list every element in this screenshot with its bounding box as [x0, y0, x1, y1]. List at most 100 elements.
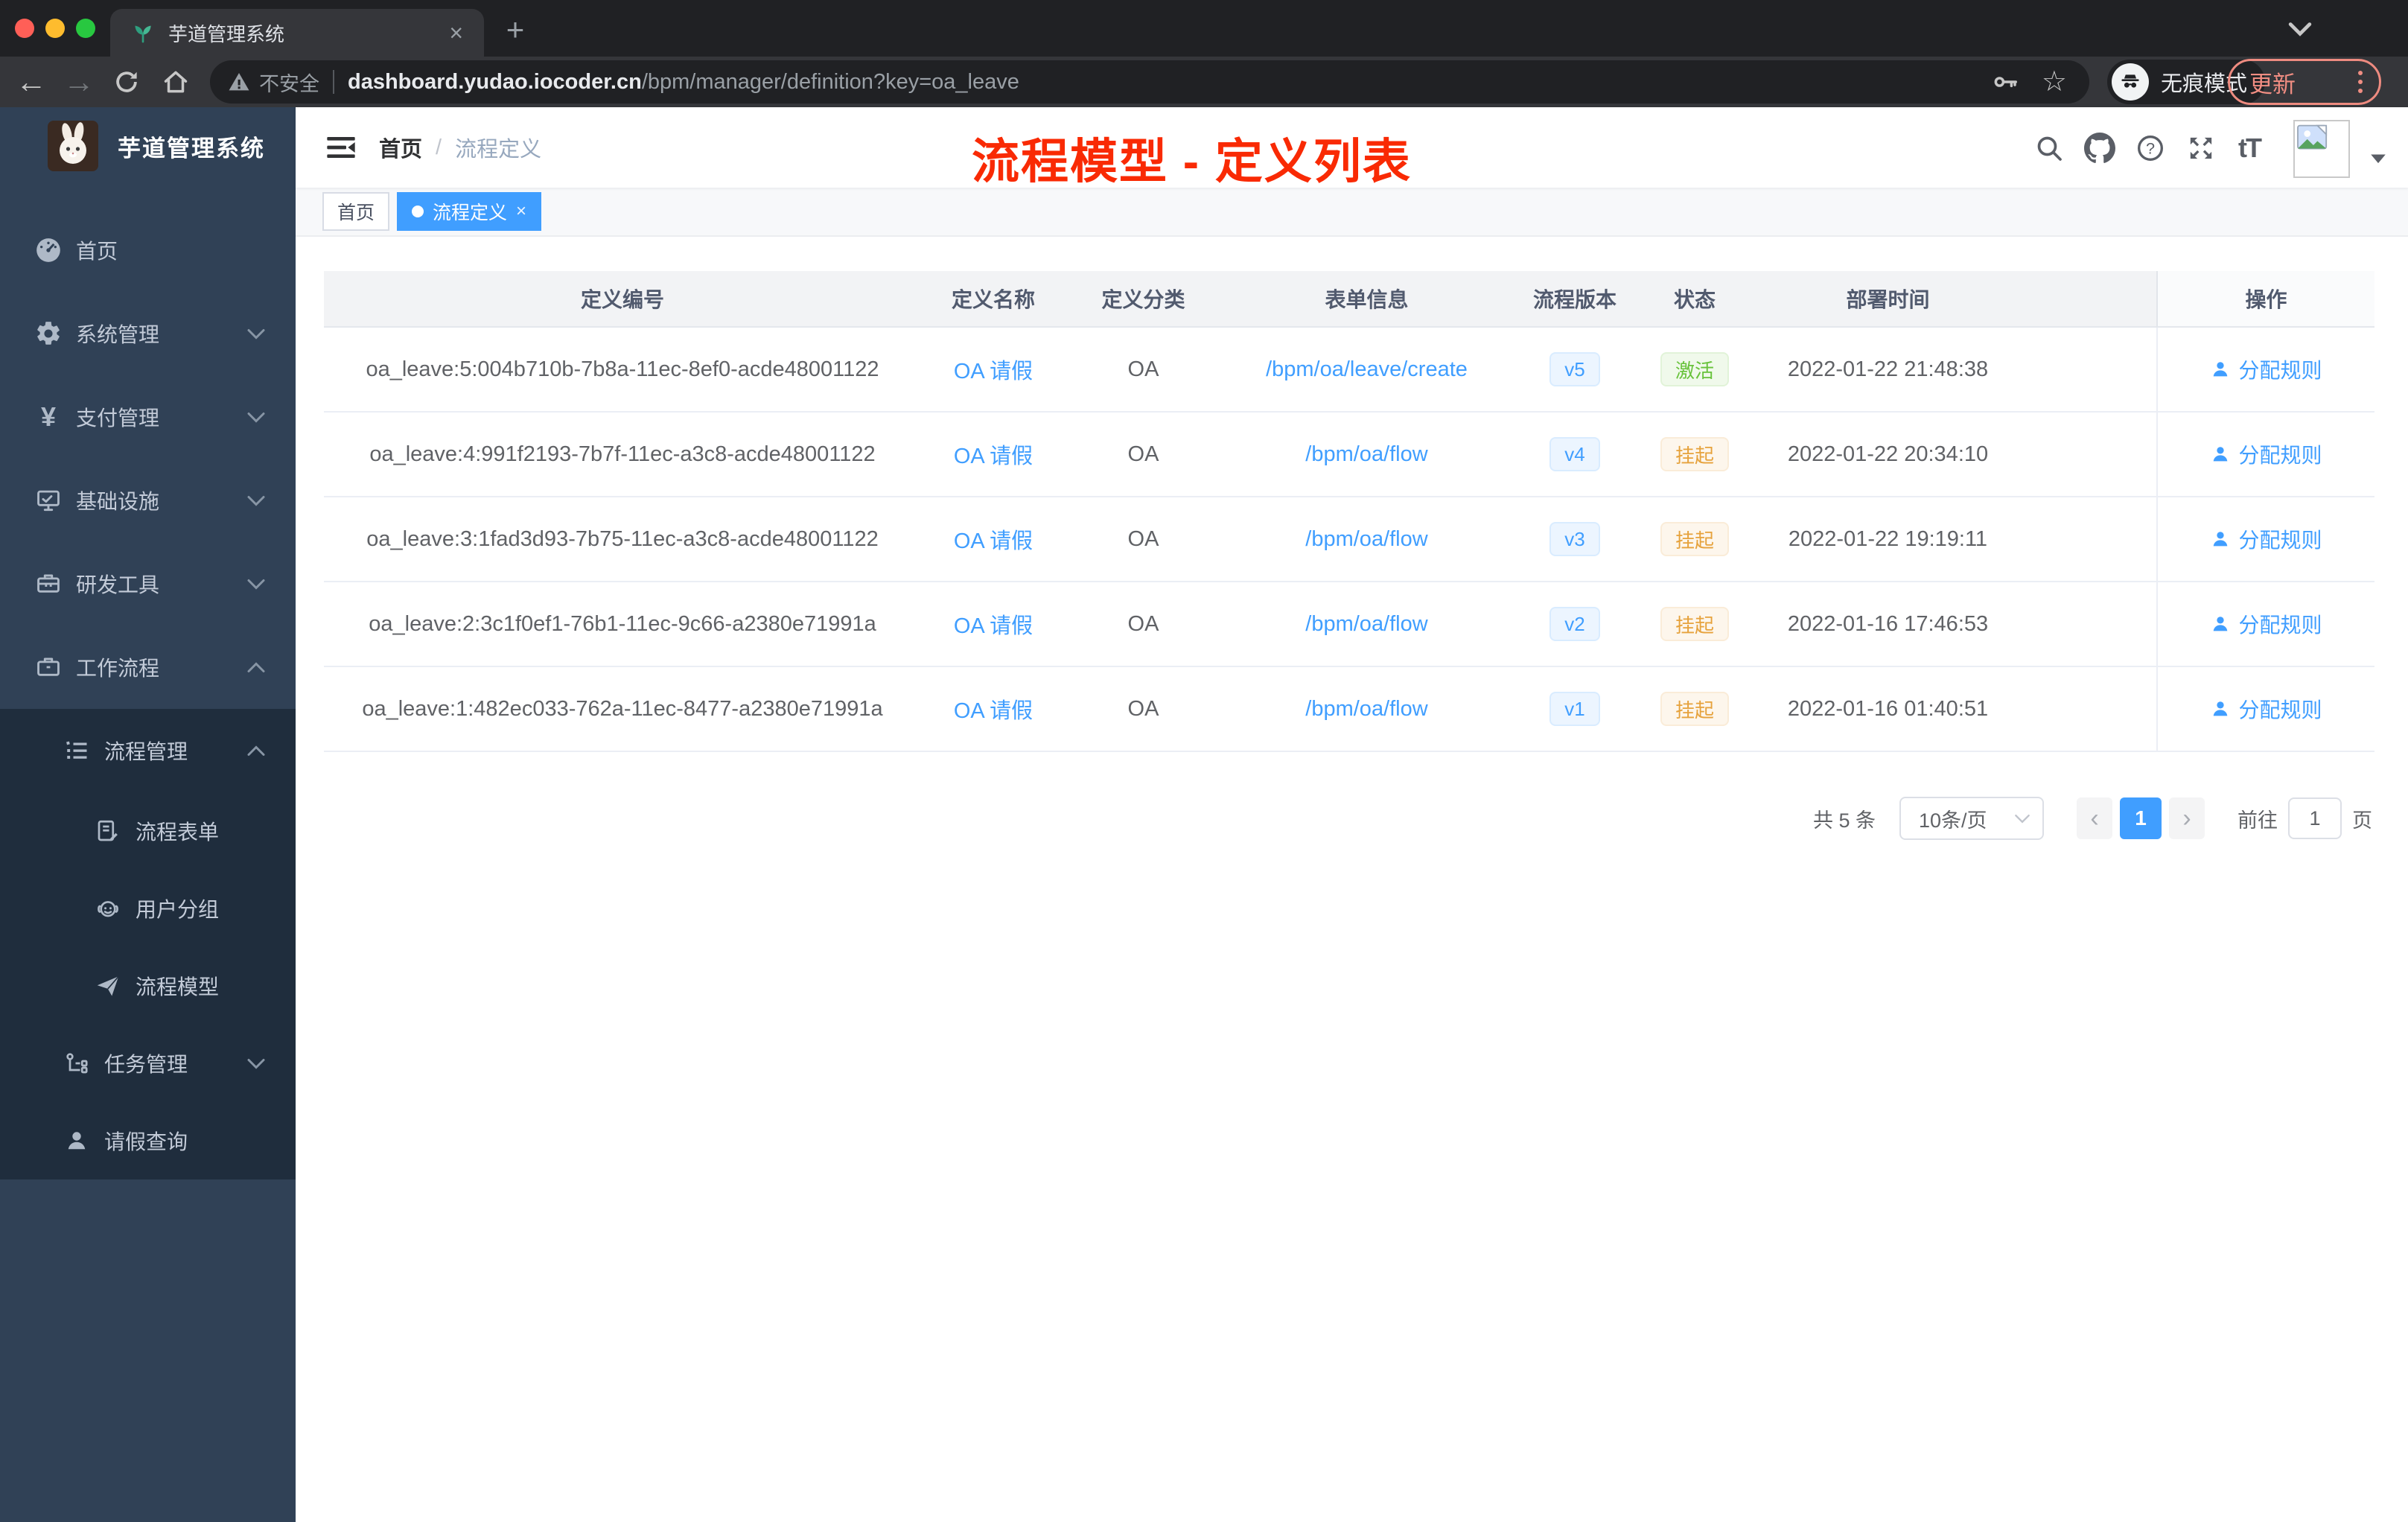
cell-spacer [2024, 413, 2156, 497]
status-tag: 激活 [1660, 352, 1729, 386]
fullscreen-icon[interactable] [2185, 132, 2217, 165]
app-header: 首页 / 流程定义 流程模型 - 定义列表 ? tT [296, 107, 2408, 188]
cell-action: 分配规则 [2156, 582, 2374, 667]
cell-category: OA [1066, 413, 1221, 497]
col-header-action: 操作 [2156, 271, 2374, 328]
minimize-window-button[interactable] [45, 19, 65, 38]
cell-form-link[interactable]: /bpm/oa/flow [1221, 497, 1512, 582]
cell-version: v1 [1512, 667, 1637, 752]
github-icon[interactable] [2083, 132, 2116, 165]
person-icon [2214, 362, 2228, 377]
password-key-icon[interactable] [1991, 68, 2019, 96]
assign-rule-button[interactable]: 分配规则 [2210, 694, 2322, 724]
cell-form-link[interactable]: /bpm/oa/flow [1221, 413, 1512, 497]
help-icon[interactable]: ? [2134, 132, 2167, 165]
url-host[interactable]: dashboard.yudao.iocoder.cn [348, 70, 642, 95]
tag-home[interactable]: 首页 [322, 192, 390, 231]
current-page-button[interactable]: 1 [2120, 797, 2162, 839]
address-divider [333, 70, 334, 94]
monitor-icon [33, 485, 64, 516]
cell-id: oa_leave:5:004b710b-7b8a-11ec-8ef0-acde4… [324, 328, 921, 413]
status-tag: 挂起 [1660, 522, 1729, 556]
sidebar-logo[interactable]: 芋道管理系统 [0, 107, 296, 185]
chevron-down-icon [246, 579, 266, 590]
browser-tab-strip: 芋道管理系统 × + [0, 0, 2408, 57]
sidebar-item-process-model[interactable]: 流程模型 [0, 947, 296, 1025]
cell-status: 挂起 [1637, 582, 1752, 667]
cell-form-link[interactable]: /bpm/oa/flow [1221, 667, 1512, 752]
new-tab-button[interactable]: + [497, 12, 533, 48]
sidebar-item-dev-tools[interactable]: 研发工具 [0, 542, 296, 625]
tab-strip-chevron-down-icon[interactable] [2287, 21, 2313, 37]
avatar[interactable] [2293, 120, 2350, 178]
goto-page-input[interactable] [2288, 797, 2342, 839]
back-button[interactable]: ← [12, 57, 51, 107]
chevron-down-icon [246, 495, 266, 506]
col-header-time: 部署时间 [1752, 271, 2024, 328]
version-tag: v4 [1549, 437, 1600, 471]
home-button[interactable] [156, 57, 195, 107]
assign-rule-button[interactable]: 分配规则 [2210, 439, 2322, 469]
not-secure-label[interactable]: 不安全 [259, 68, 319, 97]
sidebar-item-workflow[interactable]: 工作流程 [0, 625, 296, 709]
chevron-down-icon [246, 1058, 266, 1069]
cell-name-link[interactable]: OA 请假 [921, 413, 1066, 497]
cell-name-link[interactable]: OA 请假 [921, 328, 1066, 413]
sidebar-item-process-form[interactable]: 流程表单 [0, 792, 296, 870]
sidebar-item-user-group[interactable]: 用户分组 [0, 870, 296, 947]
sidebar-menu: 首页 系统管理 ¥ 支付管理 基础设施 研发工具 工作流程 流程管理 流程表单 … [0, 208, 296, 1179]
prev-page-button[interactable]: ‹ [2077, 797, 2112, 839]
incognito-icon [2112, 63, 2149, 101]
sidebar-item-system[interactable]: 系统管理 [0, 292, 296, 375]
next-page-button[interactable]: › [2169, 797, 2205, 839]
address-bar[interactable]: 不安全 dashboard.yudao.iocoder.cn/bpm/manag… [210, 60, 2089, 104]
tab-close-icon[interactable]: × [449, 21, 463, 45]
browser-tab[interactable]: 芋道管理系统 × [110, 9, 484, 57]
breadcrumb-home[interactable]: 首页 [379, 132, 422, 163]
forward-button[interactable]: → [60, 57, 98, 107]
cell-status: 挂起 [1637, 497, 1752, 582]
definition-table: 定义编号 定义名称 定义分类 表单信息 流程版本 状态 部署时间 操作 oa_l… [324, 271, 2374, 752]
list-icon [61, 735, 92, 766]
reload-button[interactable] [107, 57, 146, 107]
sidebar-item-infrastructure[interactable]: 基础设施 [0, 459, 296, 542]
gear-icon [33, 318, 64, 349]
person-icon [2214, 447, 2228, 462]
url-path[interactable]: /bpm/manager/definition?key=oa_leave [642, 70, 1019, 95]
cell-action: 分配规则 [2156, 667, 2374, 752]
version-tag: v2 [1549, 607, 1600, 641]
assign-rule-button[interactable]: 分配规则 [2210, 524, 2322, 554]
cell-id: oa_leave:4:991f2193-7b7f-11ec-a3c8-acde4… [324, 413, 921, 497]
select-chevron-down-icon [2014, 814, 2030, 824]
browser-update-button[interactable]: 更新 [2228, 59, 2381, 105]
assign-rule-button[interactable]: 分配规则 [2210, 354, 2322, 384]
font-size-icon[interactable]: tT [2233, 132, 2266, 165]
sidebar-item-leave-query[interactable]: 请假查询 [0, 1102, 296, 1179]
sidebar-item-task-management[interactable]: 任务管理 [0, 1025, 296, 1102]
dashboard-icon [33, 235, 64, 266]
tag-close-icon[interactable]: × [516, 203, 526, 220]
update-label[interactable]: 更新 [2249, 66, 2296, 99]
active-tag-dot [412, 206, 424, 217]
browser-menu-kebab-icon[interactable] [2358, 71, 2363, 93]
not-secure-warning-icon[interactable] [226, 69, 252, 95]
sidebar-item-process-management[interactable]: 流程管理 [0, 709, 296, 792]
maximize-window-button[interactable] [76, 19, 95, 38]
cell-version: v2 [1512, 582, 1637, 667]
cell-name-link[interactable]: OA 请假 [921, 497, 1066, 582]
tag-process-definition[interactable]: 流程定义 × [397, 192, 542, 231]
sidebar-item-home[interactable]: 首页 [0, 208, 296, 292]
collapse-sidebar-icon[interactable] [325, 132, 357, 163]
close-window-button[interactable] [15, 19, 34, 38]
bookmark-star-icon[interactable]: ☆ [2042, 68, 2067, 96]
avatar-caret-down-icon[interactable] [2370, 153, 2386, 164]
search-icon[interactable] [2033, 132, 2065, 165]
cell-form-link[interactable]: /bpm/oa/flow [1221, 582, 1512, 667]
cell-name-link[interactable]: OA 请假 [921, 667, 1066, 752]
sidebar-item-payment[interactable]: ¥ 支付管理 [0, 375, 296, 459]
page-size-select[interactable]: 10条/页 [1899, 797, 2044, 840]
rabbit-avatar [48, 121, 98, 171]
assign-rule-button[interactable]: 分配规则 [2210, 609, 2322, 639]
cell-name-link[interactable]: OA 请假 [921, 582, 1066, 667]
cell-form-link[interactable]: /bpm/oa/leave/create [1221, 328, 1512, 413]
